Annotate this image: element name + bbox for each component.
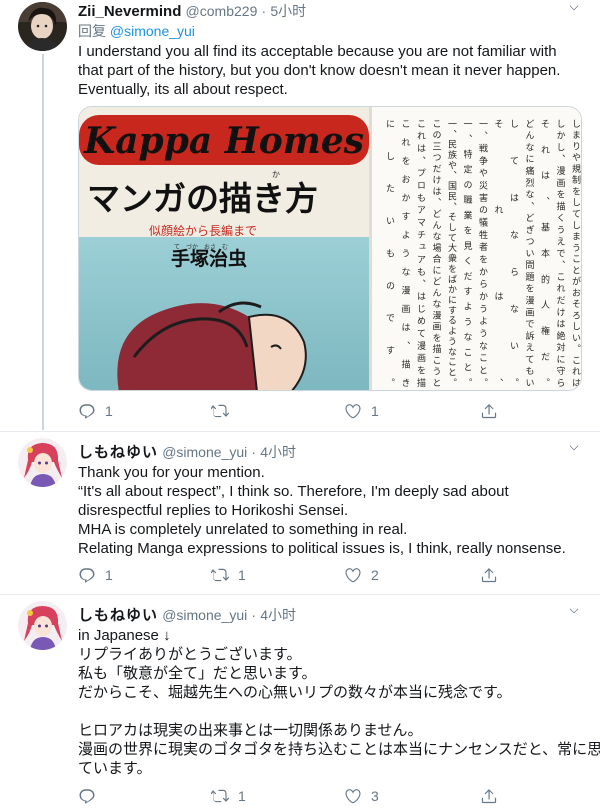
reply-icon xyxy=(78,787,96,805)
tweet-line: I understand you all find its acceptable… xyxy=(78,43,557,60)
avatar[interactable] xyxy=(18,601,67,650)
tweet-line: Thank you for your mention. xyxy=(78,464,265,481)
author-name[interactable]: Zii_Nevermind xyxy=(78,3,181,20)
tweet-line: disrespectful replies to Horikoshi Sense… xyxy=(78,502,349,519)
retweet-icon xyxy=(211,566,229,584)
tweet-zii[interactable]: Zii_Nevermind @comb229 · 5小时 回复 @simone_… xyxy=(0,0,600,430)
tweet-image[interactable]: Kappa Homes か マンガの描き方 似顔絵から長編まで て づか おさ … xyxy=(78,106,582,391)
share-icon xyxy=(480,566,498,584)
retweet-icon xyxy=(211,402,229,420)
tweet-line: 漫画の世界に現実のゴタゴタを持ち込むことは本当にナンセンスだと、常に思っ xyxy=(78,741,600,758)
retweet-icon xyxy=(211,787,229,805)
share-button[interactable] xyxy=(480,786,498,806)
book-page-column: にしたいものです。 xyxy=(384,119,395,387)
like-count: 2 xyxy=(371,567,379,583)
separator-dot: · xyxy=(251,444,257,460)
reply-count: 1 xyxy=(105,567,113,583)
share-icon xyxy=(480,402,498,420)
tweet-line: “It's all about respect”, I think so. Th… xyxy=(78,483,509,500)
author-handle[interactable]: @simone_yui xyxy=(162,444,247,460)
tweet-line: ヒロアカは現実の出来事とは一切関係ありません。 xyxy=(78,722,423,739)
tweet-header: しもねゆい @simone_yui · 4小时 xyxy=(78,441,296,462)
tweet-line: that part of the history, but you don't … xyxy=(78,62,561,79)
book-subtitle-text: 似顔絵から長編まで xyxy=(149,223,257,238)
avatar[interactable] xyxy=(18,2,67,51)
retweet-count: 1 xyxy=(238,788,246,804)
retweet-count: 1 xyxy=(238,567,246,583)
retweet-button[interactable] xyxy=(211,401,238,421)
like-count: 1 xyxy=(371,403,379,419)
share-icon xyxy=(480,787,498,805)
book-ruby-text: か xyxy=(272,170,280,179)
tweet-simone-1[interactable]: しもねゆい @simone_yui · 4小时 Thank you for yo… xyxy=(0,432,600,594)
tweet-time[interactable]: 4小时 xyxy=(260,607,296,623)
more-caret-icon[interactable] xyxy=(566,605,582,617)
thread-line xyxy=(42,54,44,430)
book-title-text: マンガの描き方 xyxy=(87,179,318,218)
tweet-header: Zii_Nevermind @comb229 · 5小时 xyxy=(78,1,306,21)
tweet-line: リプライありがとうございます。 xyxy=(78,646,302,663)
book-page-column: これをおかすような漫画は、描き xyxy=(400,119,411,387)
tweet-simone-2[interactable]: しもねゆい @simone_yui · 4小时 in Japanese ↓ リプ… xyxy=(0,595,600,811)
book-page-column: どんなに痛烈な、どぎつい問題を漫画で訴えてもい xyxy=(524,119,535,387)
separator-dot: · xyxy=(261,3,267,19)
author-name[interactable]: しもねゆい xyxy=(78,606,158,624)
reply-button[interactable]: 1 xyxy=(78,401,113,421)
reply-button[interactable]: 1 xyxy=(78,565,113,585)
tweet-line: Relating Manga expressions to political … xyxy=(78,540,566,557)
tweet-line: Eventually, its all about respect. xyxy=(78,81,288,98)
author-handle[interactable]: @simone_yui xyxy=(162,607,247,623)
reply-icon xyxy=(78,402,96,420)
book-page-column: しかし、漫画を描くうえで、これだけは絶対に守ら xyxy=(555,119,566,387)
book-page-image: Kappa Homes か マンガの描き方 似顔絵から長編まで て づか おさ … xyxy=(79,107,581,390)
reply-prefix: 回复 xyxy=(78,23,106,39)
tweet-line: ています。 xyxy=(78,760,152,777)
reply-count: 1 xyxy=(105,403,113,419)
share-button[interactable] xyxy=(480,401,498,421)
share-button[interactable] xyxy=(480,565,498,585)
tweet-time[interactable]: 4小时 xyxy=(260,444,296,460)
reply-icon xyxy=(78,566,96,584)
author-handle[interactable]: @comb229 xyxy=(186,3,258,19)
separator-dot: · xyxy=(251,607,257,623)
like-button[interactable]: 2 xyxy=(344,565,379,585)
retweet-button[interactable]: 1 xyxy=(211,565,246,585)
reply-button[interactable] xyxy=(78,786,96,806)
tweet-time[interactable]: 5小时 xyxy=(270,3,306,19)
like-button[interactable]: 1 xyxy=(344,401,379,421)
tweet-actions: 1 1 2 xyxy=(78,565,518,585)
like-icon xyxy=(344,787,362,805)
tweet-line: 私も「敬意が全て」だと思います。 xyxy=(78,665,317,682)
tweet-header: しもねゆい @simone_yui · 4小时 xyxy=(78,604,296,625)
retweet-button[interactable]: 1 xyxy=(211,786,246,806)
tweet-line: だからこそ、堀越先生への心無いリプの数々が本当に残念です。 xyxy=(78,684,512,701)
tweet-text: in Japanese ↓ リプライありがとうございます。 私も「敬意が全て」だ… xyxy=(78,626,600,778)
more-caret-icon[interactable] xyxy=(566,442,582,454)
avatar[interactable] xyxy=(18,438,67,487)
tweet-actions: 1 3 xyxy=(78,786,518,806)
like-count: 3 xyxy=(371,788,379,804)
book-author-text: 手塚治虫 xyxy=(171,247,247,270)
tweet-actions: 1 1 xyxy=(78,401,518,421)
tweet-line: in Japanese ↓ xyxy=(78,627,171,644)
author-name[interactable]: しもねゆい xyxy=(78,443,158,461)
tweet-line: MHA is completely unrelated to something… xyxy=(78,521,408,538)
like-icon xyxy=(344,402,362,420)
like-icon xyxy=(344,566,362,584)
tweet-text: I understand you all find its acceptable… xyxy=(78,42,560,99)
replying-to: 回复 @simone_yui xyxy=(78,21,195,41)
book-series-text: Kappa Homes xyxy=(83,120,364,162)
reply-mention-link[interactable]: @simone_yui xyxy=(110,23,195,39)
like-button[interactable]: 3 xyxy=(344,786,379,806)
more-caret-icon[interactable] xyxy=(566,2,582,14)
tweet-text: Thank you for your mention. “It's all ab… xyxy=(78,463,566,558)
